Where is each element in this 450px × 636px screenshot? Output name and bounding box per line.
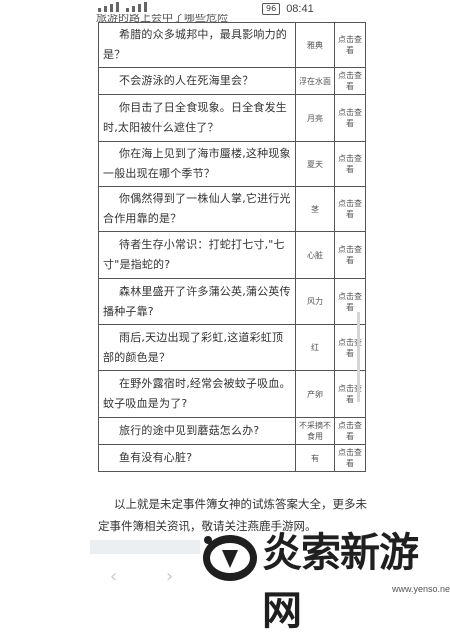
view-link[interactable]: 点击查看 xyxy=(334,417,366,445)
view-link[interactable]: 点击查看 xyxy=(334,231,366,279)
answer-cell: 月亮 xyxy=(295,94,335,142)
view-link[interactable]: 点击查看 xyxy=(334,67,366,95)
answer-cell: 浮在水面 xyxy=(295,67,335,95)
answer-cell: 茎 xyxy=(295,186,335,232)
question-cell: 森林里盛开了许多蒲公英,蒲公英传播种子靠? xyxy=(98,278,296,325)
table-row: 鱼有没有心脏? 有点击查看 xyxy=(98,444,366,472)
answer-cell: 风力 xyxy=(295,278,335,325)
view-link[interactable]: 点击查看 xyxy=(334,22,366,68)
question-cell: 待者生存小常识：打蛇打七寸,"七寸"是指蛇的? xyxy=(98,231,296,279)
answer-cell: 产卵 xyxy=(295,370,335,418)
view-link[interactable]: 点击查看 xyxy=(334,141,366,187)
view-link[interactable]: 点击查看 xyxy=(334,370,366,418)
table-row: 你在海上见到了海市蜃楼,这种现象一般出现在哪个季节？ 夏天 点击查看 xyxy=(98,141,366,187)
answer-cell: 不采摘不食用 xyxy=(295,417,335,445)
question-cell: 雨后,天边出现了彩虹,这道彩虹顶部的颜色是？ xyxy=(98,324,296,371)
watermark-url: www.yenso.net xyxy=(392,584,450,594)
table-row: 旅行的途中见到蘑菇怎么办? 不采摘不食用 点击查看 xyxy=(98,417,366,445)
question-cell: 在野外露宿时,经常会被蚊子吸血。蚊子吸血是为了? xyxy=(98,370,296,418)
question-cell: 你目击了日全食现象。日全食发生时,太阳被什么遮住了？ xyxy=(98,94,296,142)
table-row: 待者生存小常识：打蛇打七寸,"七寸"是指蛇的? 心脏 点击查看 xyxy=(98,231,366,279)
back-arrow-icon[interactable]: ‹ xyxy=(110,566,117,587)
question-cell: 你在海上见到了海市蜃楼,这种现象一般出现在哪个季节？ xyxy=(98,141,296,187)
forward-arrow-icon[interactable]: › xyxy=(166,566,173,587)
table-row: 你偶然得到了一株仙人掌,它进行光合作用靠的是？茎点击查看 xyxy=(98,186,366,232)
view-link[interactable]: 点击查看 xyxy=(334,94,366,142)
question-cell: 旅行的途中见到蘑菇怎么办? xyxy=(98,417,296,445)
view-link[interactable]: 点击查看 xyxy=(334,186,366,232)
table-row: 在野外露宿时,经常会被蚊子吸血。蚊子吸血是为了? 产卵 点击查看 xyxy=(98,370,366,418)
view-link[interactable]: 点击查看 xyxy=(334,444,366,472)
answer-cell: 雅典 xyxy=(295,22,335,68)
question-cell: 不会游泳的人在死海里会？ xyxy=(98,67,296,95)
watermark-logo-icon xyxy=(203,535,257,581)
table-row: 森林里盛开了许多蒲公英,蒲公英传播种子靠? 风力 点击查看 xyxy=(98,278,366,325)
placeholder-bar xyxy=(90,540,200,554)
answer-cell: 有 xyxy=(295,444,335,472)
answer-cell: 心脏 xyxy=(295,231,335,279)
scrollbar[interactable] xyxy=(357,312,360,402)
question-cell: 鱼有没有心脏? xyxy=(98,444,296,472)
answer-cell: 红 xyxy=(295,324,335,371)
view-link[interactable]: 点击查看 xyxy=(334,278,366,325)
question-cell: 你偶然得到了一株仙人掌,它进行光合作用靠的是？ xyxy=(98,186,296,232)
question-cell: 希腊的众多城邦中，最具影响力的是？ xyxy=(98,22,296,68)
watermark: 炎索新游网 www.yenso.net xyxy=(200,520,450,634)
watermark-title: 炎索新游网 xyxy=(262,530,419,634)
table-row: 你目击了日全食现象。日全食发生时,太阳被什么遮住了？ 月亮 点击查看 xyxy=(98,94,366,142)
signal-icon xyxy=(98,2,147,12)
view-link[interactable]: 点击查看 xyxy=(334,324,366,371)
table-row: 不会游泳的人在死海里会？ 浮在水面 点击查看 xyxy=(98,67,366,95)
answer-cell: 夏天 xyxy=(295,141,335,187)
table-row: 雨后,天边出现了彩虹,这道彩虹顶部的颜色是？红点击查看 xyxy=(98,324,366,371)
table-row: 希腊的众多城邦中，最具影响力的是？ 雅典 点击查看 xyxy=(98,22,366,68)
clipped-row-text: 旅游的路上会中了哪些危险 xyxy=(96,14,228,22)
answers-table: 希腊的众多城邦中，最具影响力的是？ 雅典 点击查看 不会游泳的人在死海里会？ 浮在水面点… xyxy=(98,22,366,472)
